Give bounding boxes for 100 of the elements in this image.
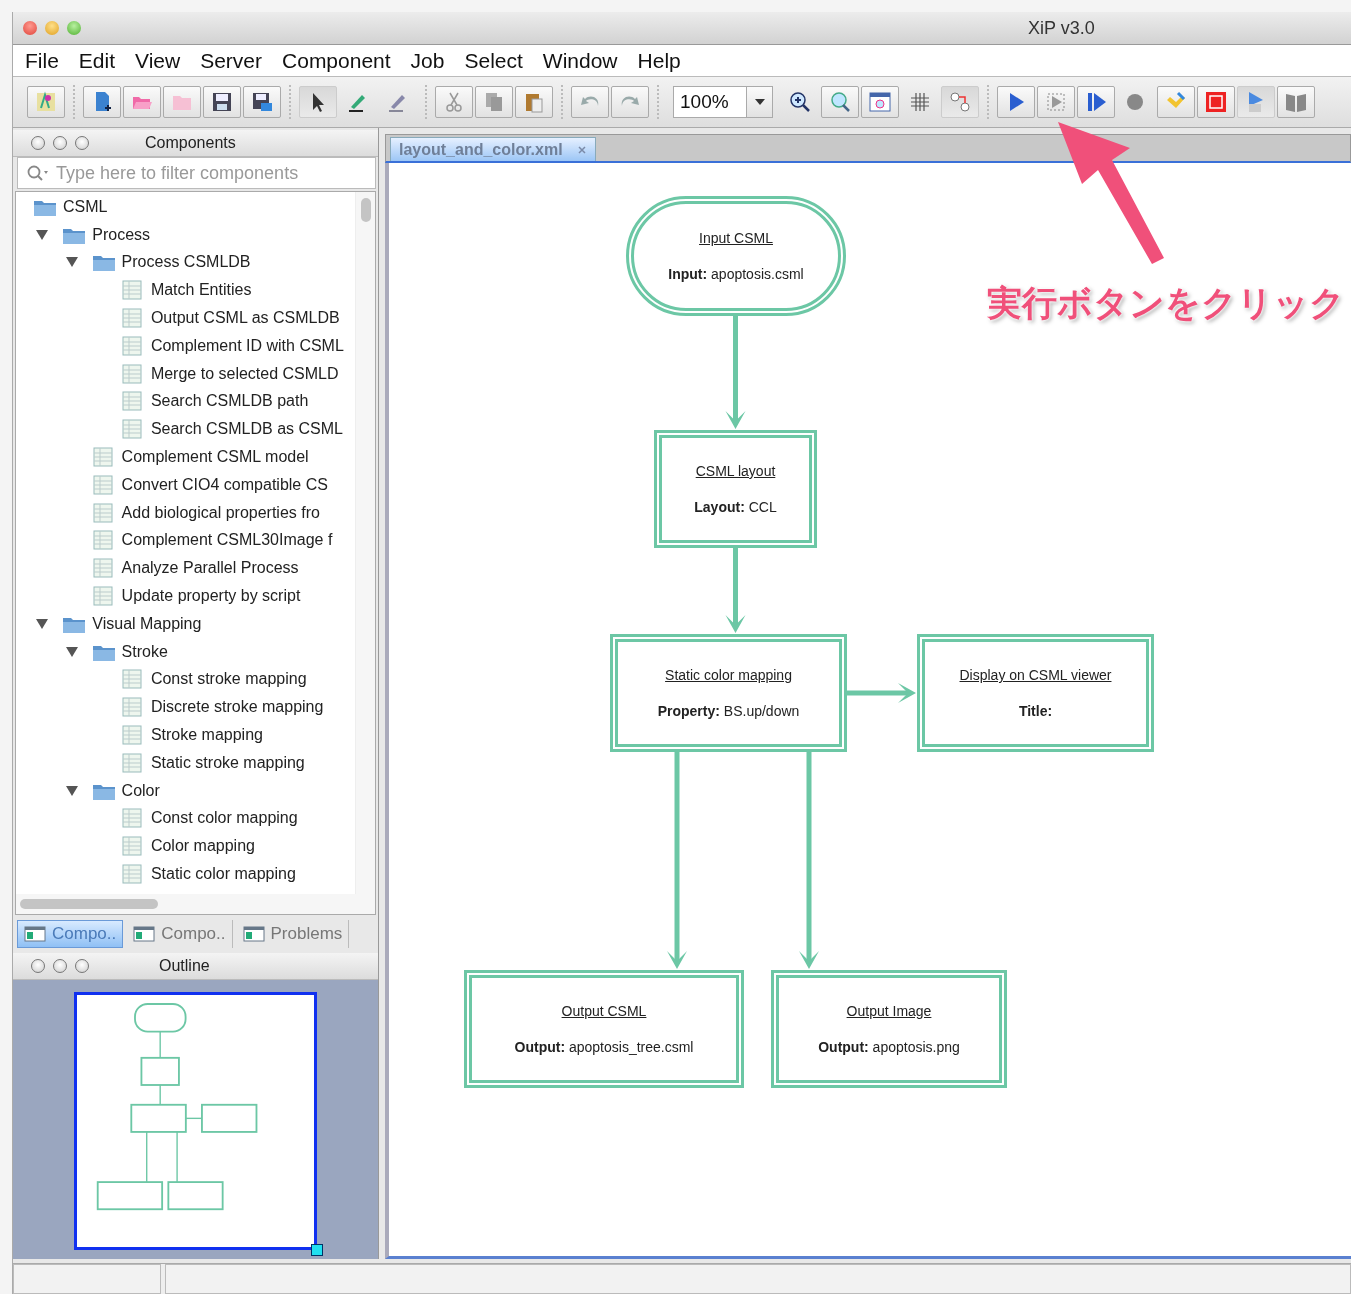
paste-button[interactable]	[515, 86, 553, 118]
component-icon	[91, 447, 116, 468]
close-icon	[576, 144, 587, 155]
save-as-button[interactable]	[243, 86, 281, 118]
tree-item[interactable]: Process CSMLDB	[16, 248, 355, 277]
panel-title: Components	[145, 134, 236, 152]
menu-item[interactable]: Select	[456, 48, 531, 73]
tree-item[interactable]: Const color mapping	[16, 804, 355, 833]
copy-button[interactable]	[475, 86, 513, 118]
component-icon	[120, 363, 145, 384]
panel-window-button[interactable]	[53, 959, 67, 973]
tree-item[interactable]: Search CSMLDB path	[16, 387, 355, 416]
dropdown-button[interactable]	[747, 86, 773, 118]
component-icon	[120, 697, 145, 718]
tree-item[interactable]: Analyze Parallel Process	[16, 554, 355, 583]
save-icon	[210, 90, 234, 114]
flowchart-node[interactable]: Output CSML Output: apoptosis_tree.csml	[464, 970, 744, 1088]
tree-item[interactable]: Complement CSML30Image f	[16, 526, 355, 555]
horizontal-scrollbar[interactable]	[16, 894, 375, 914]
menu-item[interactable]: Edit	[70, 48, 124, 73]
menu-item[interactable]: Job	[402, 48, 453, 73]
tree-item[interactable]: Static stroke mapping	[16, 748, 355, 777]
close-button[interactable]	[23, 21, 37, 35]
component-icon	[120, 725, 145, 746]
component-icon	[120, 836, 145, 857]
stop-button[interactable]	[1197, 86, 1235, 118]
tree-item[interactable]: Search CSMLDB as CSML	[16, 415, 355, 444]
panel-window-button[interactable]	[53, 136, 67, 150]
tree-item[interactable]: Update property by script	[16, 582, 355, 610]
tree-item[interactable]: Color mapping	[16, 832, 355, 861]
panel-tab[interactable]: Problems	[236, 920, 350, 948]
panel-window-button[interactable]	[31, 136, 45, 150]
node-property: Output: apoptosis_tree.csml	[514, 1039, 694, 1055]
tree-item[interactable]: Complement ID with CSML	[16, 332, 355, 360]
resize-handle[interactable]	[311, 1244, 323, 1256]
tree-item[interactable]: CSML	[16, 193, 355, 221]
step-forward-button[interactable]	[1077, 86, 1115, 118]
vertical-scrollbar[interactable]	[355, 192, 375, 894]
tree-item[interactable]: Const stroke mapping	[16, 665, 355, 694]
undo-button[interactable]	[571, 86, 609, 118]
link-button[interactable]	[941, 86, 979, 118]
fit-page-button[interactable]	[861, 86, 899, 118]
component-icon	[120, 752, 145, 773]
scissors-button[interactable]	[435, 86, 473, 118]
tree-item[interactable]: Match Entities	[16, 276, 355, 305]
book-button[interactable]	[1277, 86, 1315, 118]
node-title: Output Image	[846, 1003, 932, 1019]
panel-window-button[interactable]	[75, 959, 89, 973]
pointer-button[interactable]	[299, 86, 337, 118]
tree-item[interactable]: Stroke mapping	[16, 721, 355, 749]
component-icon	[120, 391, 145, 412]
zoom-field[interactable]: 100%	[673, 86, 747, 118]
redo-button[interactable]	[611, 86, 649, 118]
tree-item[interactable]: Visual Mapping	[16, 609, 355, 638]
flowchart-node[interactable]: Input CSML Input: apoptosis.csml	[626, 196, 846, 316]
step-icon	[1044, 90, 1068, 114]
search-field[interactable]: Type here to filter components	[17, 157, 376, 189]
tree-item[interactable]: Merge to selected CSMLD	[16, 359, 355, 388]
new-file-button[interactable]	[83, 86, 121, 118]
play-button[interactable]	[997, 86, 1035, 118]
node-property: Title:	[1018, 703, 1053, 719]
tree-item[interactable]: Color	[16, 776, 355, 805]
app-logo-button[interactable]	[27, 86, 65, 118]
flowchart-node[interactable]: CSML layout Layout: CCL	[654, 430, 817, 548]
tree-item[interactable]: Add biological properties fro	[16, 498, 355, 527]
menu-item[interactable]: File	[17, 48, 67, 73]
tree-item[interactable]: Discrete stroke mapping	[16, 693, 355, 722]
callout-text: 実行ボタンをクリック	[987, 282, 1345, 325]
flowchart-node[interactable]: Display on CSML viewer Title:	[917, 634, 1154, 752]
node-title: Output CSML	[561, 1003, 647, 1019]
flowchart-node[interactable]: Static color mapping Property: BS.up/down	[610, 634, 847, 752]
tree-item[interactable]: Process	[16, 220, 355, 249]
panel-window-button[interactable]	[75, 136, 89, 150]
folder-button[interactable]	[123, 86, 161, 118]
panel-window-button[interactable]	[31, 959, 45, 973]
menu-item[interactable]: Window	[534, 48, 626, 73]
window-title: XiP v3.0	[1028, 17, 1095, 39]
component-icon	[120, 864, 145, 884]
component-icon	[91, 558, 116, 579]
node-property: Output: apoptosis.png	[818, 1039, 960, 1055]
search-icon	[26, 164, 50, 182]
tree-item[interactable]: Static color mapping	[16, 860, 355, 888]
tree-item[interactable]: Stroke	[16, 637, 355, 666]
menu-item[interactable]: View	[127, 48, 189, 73]
tree-item[interactable]: Complement CSML model	[16, 443, 355, 471]
save-button[interactable]	[203, 86, 241, 118]
component-icon	[120, 808, 145, 829]
panel-tab[interactable]: Compo..	[127, 920, 233, 948]
brush-button[interactable]	[1157, 86, 1195, 118]
flowchart-node[interactable]: Output Image Output: apoptosis.png	[771, 970, 1007, 1088]
menu-item[interactable]: Component	[274, 48, 399, 73]
menu-item[interactable]: Server	[192, 48, 271, 73]
zoom-in-icon	[788, 90, 812, 114]
flag-button[interactable]	[1237, 86, 1275, 118]
component-icon	[120, 335, 145, 356]
node-title: Static color mapping	[665, 667, 792, 683]
tree-item[interactable]: Convert CIO4 compatible CS	[16, 470, 355, 499]
step-button[interactable]	[1037, 86, 1075, 118]
menu-item[interactable]: Help	[629, 48, 689, 73]
tree-item[interactable]: Output CSML as CSMLDB	[16, 304, 355, 332]
